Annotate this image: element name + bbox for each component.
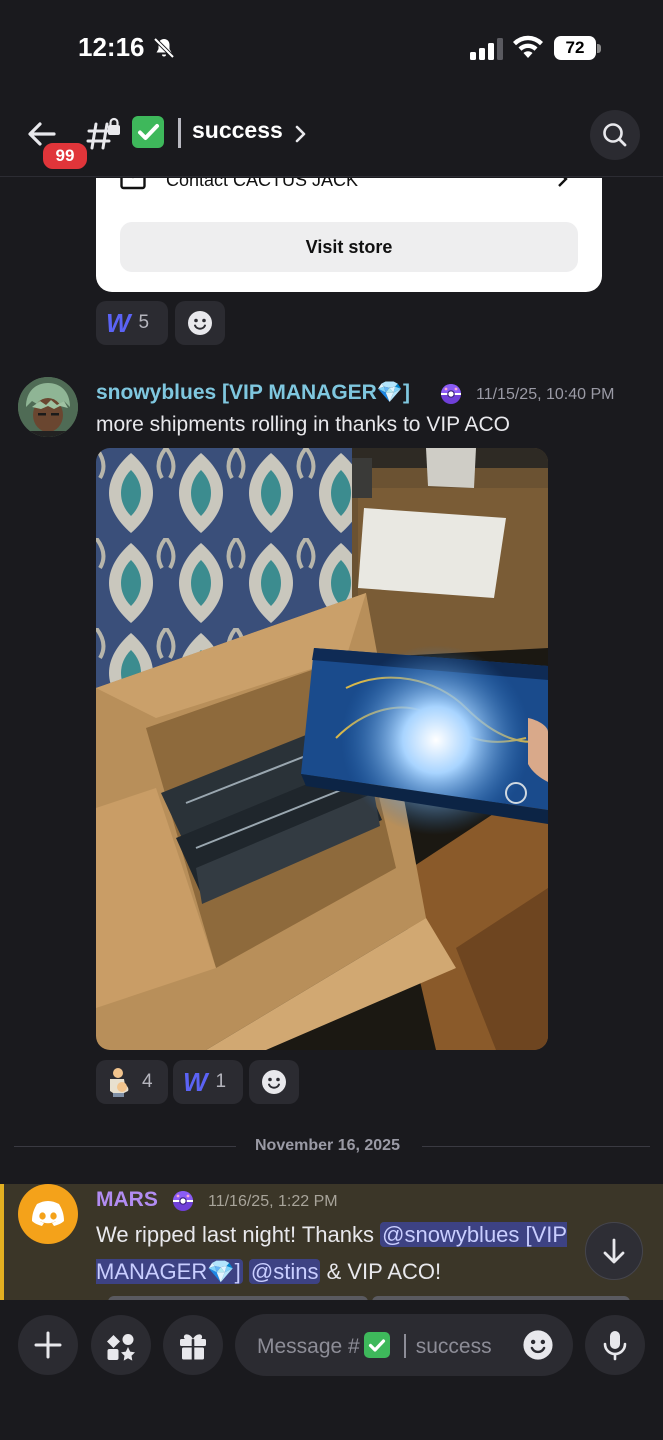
date-divider-line xyxy=(422,1146,650,1147)
avatar[interactable] xyxy=(18,377,78,437)
status-time: 12:16 xyxy=(78,32,145,62)
reaction-count: 4 xyxy=(142,1071,153,1092)
gift-button[interactable] xyxy=(163,1315,223,1375)
chevron-right-icon xyxy=(558,178,568,187)
mention-stripe xyxy=(0,1184,4,1300)
voice-message-button[interactable] xyxy=(585,1315,645,1375)
message-placeholder: Message # success xyxy=(257,1332,492,1359)
message-text: more shipments rolling in thanks to VIP … xyxy=(96,413,510,436)
battery-level: 72 xyxy=(554,36,596,60)
header-separator xyxy=(0,176,663,177)
locked-channel-icon xyxy=(86,117,120,150)
check-mark-emoji-icon xyxy=(132,116,164,148)
reaction-w[interactable]: W 1 xyxy=(173,1060,243,1104)
reaction-w[interactable]: W 5 xyxy=(96,301,168,345)
search-icon xyxy=(603,123,627,147)
message-input[interactable]: Message # success xyxy=(235,1314,573,1376)
bell-muted-icon xyxy=(153,37,175,59)
user-mention[interactable]: @stins xyxy=(248,1259,321,1284)
message-author[interactable]: MARS xyxy=(96,1188,158,1212)
search-button[interactable] xyxy=(590,110,640,160)
plus-icon xyxy=(34,1331,62,1359)
discord-logo-icon xyxy=(32,1201,64,1226)
date-divider-line xyxy=(14,1146,236,1147)
message-timestamp: 11/16/25, 1:22 PM xyxy=(208,1193,338,1210)
pokeball-role-icon xyxy=(441,384,461,404)
avatar[interactable] xyxy=(18,1184,78,1244)
message-text: We ripped last night! Thanks @snowyblues… xyxy=(96,1216,606,1290)
image-attachment[interactable] xyxy=(96,448,548,1050)
message-text-part: & VIP ACO! xyxy=(320,1259,442,1284)
gift-icon xyxy=(180,1334,206,1360)
smiley-icon xyxy=(262,1070,286,1094)
jump-to-latest-button[interactable] xyxy=(585,1222,643,1280)
contact-link[interactable]: Contact CACTUS JACK xyxy=(166,178,358,191)
visit-store-button[interactable]: Visit store xyxy=(120,222,578,272)
mail-icon xyxy=(120,178,146,190)
message-text-part: We ripped last night! Thanks xyxy=(96,1222,381,1247)
reaction-count: 5 xyxy=(138,312,150,333)
date-separator: November 16, 2025 xyxy=(255,1137,400,1154)
store-embed-card: Contact CACTUS JACK Visit store xyxy=(96,178,602,292)
message-author[interactable]: snowyblues [VIP MANAGER💎] xyxy=(96,381,410,405)
microphone-icon xyxy=(603,1331,627,1361)
chevron-right-icon[interactable] xyxy=(292,122,308,146)
header-divider xyxy=(178,118,181,148)
wifi-icon xyxy=(513,35,543,58)
add-reaction-button[interactable] xyxy=(175,301,225,345)
reaction-count: 1 xyxy=(215,1071,227,1092)
emoji-picker-icon[interactable] xyxy=(521,1328,555,1362)
reaction-pregnant-man[interactable]: 4 xyxy=(96,1060,168,1104)
pokeball-role-icon xyxy=(173,1191,193,1211)
smiley-icon xyxy=(188,311,212,335)
placeholder-channel: success xyxy=(415,1335,492,1358)
add-attachment-button[interactable] xyxy=(18,1315,78,1375)
w-logo-icon: W xyxy=(106,307,131,338)
channel-name[interactable]: success xyxy=(192,117,283,144)
pregnant-person-emoji-icon xyxy=(110,1068,129,1097)
check-mark-emoji-icon xyxy=(363,1332,390,1358)
add-reaction-button[interactable] xyxy=(249,1060,299,1104)
battery-indicator: 72 xyxy=(554,36,602,62)
unread-badge: 99 xyxy=(40,140,90,172)
message-timestamp: 11/15/25, 10:40 PM xyxy=(476,386,615,403)
cellular-signal-icon xyxy=(470,38,503,60)
placeholder-prefix: Message # xyxy=(257,1335,360,1358)
apps-button[interactable] xyxy=(91,1315,151,1375)
w-logo-icon: W xyxy=(183,1066,208,1097)
apps-icon xyxy=(107,1334,135,1361)
arrow-down-icon xyxy=(603,1238,625,1264)
